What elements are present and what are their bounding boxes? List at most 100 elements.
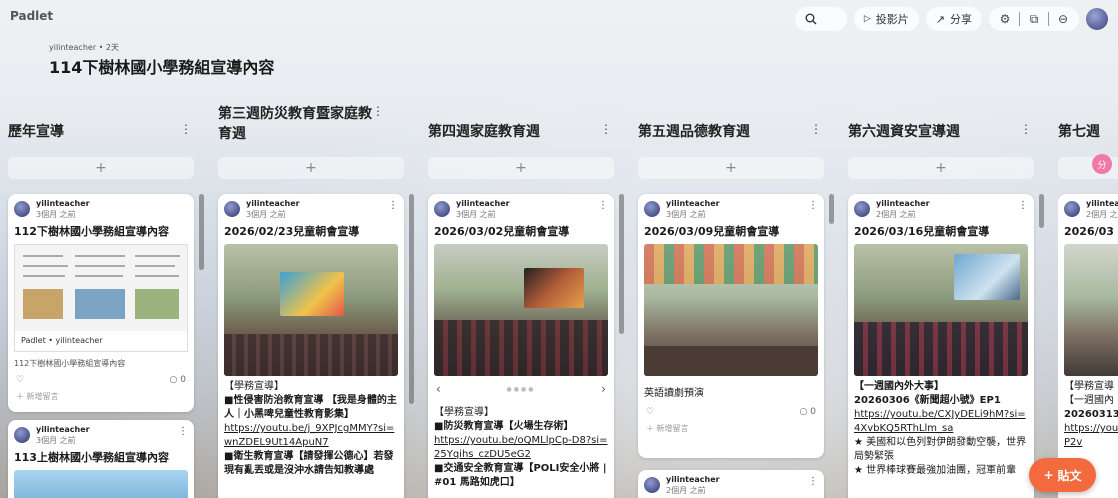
avatar: [14, 201, 30, 217]
column-title: 第三週防災教育暨家庭教育週: [218, 106, 372, 142]
heart-icon[interactable]: ♡: [646, 407, 654, 417]
post-menu-icon[interactable]: ⋮: [1018, 200, 1028, 211]
share-button[interactable]: ↗ 分享: [925, 7, 982, 31]
user-avatar[interactable]: [1086, 8, 1108, 30]
post-text-line: ★ 美國和以色列對伊朗發動空襲，世界局勢緊張: [854, 437, 1027, 462]
column-header: 第六週資安宣導週 ⋮: [848, 122, 1038, 142]
column-menu-icon[interactable]: ⋮: [600, 122, 612, 136]
post-menu-icon[interactable]: ⋮: [598, 200, 608, 211]
play-icon: ▷: [863, 14, 871, 24]
post-photo[interactable]: [434, 244, 608, 376]
column-menu-icon[interactable]: ⋮: [810, 122, 822, 136]
post-photo[interactable]: [644, 244, 818, 376]
post-author: yilinteacher: [246, 199, 300, 208]
link-preview-image[interactable]: Padlet • yilinteacher: [14, 244, 188, 352]
column-scrollbar[interactable]: [199, 194, 204, 270]
post-menu-icon[interactable]: ⋮: [388, 200, 398, 211]
post-image[interactable]: [14, 470, 188, 498]
post-menu-icon[interactable]: ⋮: [178, 426, 188, 437]
post-title: 2026/03/09兒童朝會宣導: [644, 225, 780, 238]
post-text-line: ■衛生教育宣導【請發揮公德心】若發現有亂丟或是沒沖水請告知教導處: [224, 451, 394, 476]
add-comment-button[interactable]: ＋ 新增留言: [8, 389, 194, 408]
preview-photo: [23, 289, 63, 319]
post-menu-icon[interactable]: ⋮: [808, 476, 818, 487]
comment-count[interactable]: ○ 0: [800, 407, 816, 417]
comment-count[interactable]: ○ 0: [170, 375, 186, 385]
post-photo[interactable]: [1064, 244, 1118, 376]
add-post-button[interactable]: +: [428, 157, 614, 179]
column-header: 歷年宣導 ⋮: [8, 122, 198, 142]
column-menu-icon[interactable]: ⋮: [180, 122, 192, 136]
column-header: 第七週: [1058, 122, 1118, 142]
share-icon: ↗: [935, 12, 945, 26]
column-header: 第四週家庭教育週 ⋮: [428, 122, 618, 142]
post-card[interactable]: yilinteacher 3個月 之前 112下樹林國小學務組宣導內容 Padl…: [8, 194, 194, 412]
add-comment-button[interactable]: ＋ 新增留言: [638, 421, 824, 440]
post-menu-icon[interactable]: ⋮: [808, 200, 818, 211]
wall-posters: [644, 244, 818, 284]
preview-line: [135, 275, 179, 277]
padlet-logo[interactable]: Padlet: [10, 9, 53, 23]
post-card[interactable]: yilinteacher 2個月 之前 ⋮ 2026/03/16兒童朝會宣導 【…: [848, 194, 1034, 498]
post-link[interactable]: https://youtu.be/CXJyDELi9hM?si=4XvbKQ5R…: [854, 408, 1028, 436]
column-menu-icon[interactable]: ⋮: [1020, 122, 1032, 136]
seat-rows: [224, 334, 398, 376]
column-scrollbar[interactable]: [1039, 194, 1044, 228]
post-card[interactable]: yilinteacher 3個月 之前 ⋮ 113上樹林國小學務組宣導內容: [8, 420, 194, 498]
preview-line: [23, 275, 65, 277]
search-button[interactable]: [794, 7, 847, 31]
post-author: yilinteacher: [876, 199, 930, 208]
post-card[interactable]: yilinteacher 3個月 之前 ⋮ 2026/03/02兒童朝會宣導 ‹…: [428, 194, 614, 498]
column-scrollbar[interactable]: [409, 194, 414, 404]
post-photo[interactable]: [854, 244, 1028, 376]
top-toolbar: ▷ 投影片 ↗ 分享 ⚙ ⧉ ⊖: [794, 7, 1108, 31]
post-body: 【學務宣導】 ■防災教育宣導【火場生存術】 https://youtu.be/o…: [428, 402, 614, 494]
post-text-line: ■防災教育宣導【火場生存術】: [434, 421, 574, 432]
post-card[interactable]: yilinteacher 2個月 之前 2026/03 【學務宣導 【一週國內 …: [1058, 194, 1118, 498]
more-icon[interactable]: ⊖: [1051, 7, 1075, 31]
comment-icon: ○: [169, 375, 178, 385]
post-link[interactable]: https://you: [1064, 422, 1118, 436]
post-photo[interactable]: [224, 244, 398, 376]
seat-rows: [854, 322, 1028, 376]
post-time: 3個月 之前: [36, 436, 76, 445]
column-menu-icon[interactable]: ⋮: [372, 104, 384, 118]
post-link[interactable]: https://youtu.be/j_9XPJcgMMY?si=wnZDEL9U…: [224, 422, 398, 450]
post-time: 3個月 之前: [666, 210, 706, 219]
add-post-button[interactable]: +: [638, 157, 824, 179]
link-title[interactable]: 112下樹林國小學務組宣導內容: [8, 352, 194, 371]
preview-line: [23, 255, 63, 257]
slideshow-label: 投影片: [875, 13, 909, 26]
sticker-badge[interactable]: 分: [1092, 154, 1112, 174]
chevron-right-icon[interactable]: ›: [601, 382, 606, 396]
add-post-button[interactable]: +: [8, 157, 194, 179]
slideshow-button[interactable]: ▷ 投影片: [853, 7, 919, 31]
post-time: 3個月 之前: [246, 210, 286, 219]
post-link[interactable]: P2v: [1064, 436, 1118, 450]
remake-icon[interactable]: ⧉: [1022, 7, 1046, 31]
column-title: 歷年宣導: [8, 124, 64, 140]
post-title: 2026/02/23兒童朝會宣導: [224, 225, 360, 238]
post-card[interactable]: yilinteacher 3個月 之前 ⋮ 2026/03/09兒童朝會宣導 英…: [638, 194, 824, 458]
heart-icon[interactable]: ♡: [16, 375, 24, 385]
seat-rows: [434, 320, 608, 376]
add-post-button[interactable]: +: [848, 157, 1034, 179]
carousel-dots[interactable]: ●●●●: [507, 386, 536, 393]
new-post-button[interactable]: + 貼文: [1029, 458, 1096, 492]
post-card[interactable]: yilinteacher 3個月 之前 ⋮ 2026/02/23兒童朝會宣導 【…: [218, 194, 404, 498]
board-title: 114下樹林國小學務組宣導內容: [49, 58, 275, 77]
post-text-line: 【一週國內: [1064, 395, 1114, 406]
settings-icon[interactable]: ⚙: [993, 7, 1017, 31]
post-time: 2個月 之前: [1086, 210, 1118, 219]
post-link[interactable]: https://youtu.be/oQMLlpCp-D8?si=25Yqihs_…: [434, 434, 608, 462]
plus-icon: +: [1043, 468, 1054, 482]
post-body: 【學務宣導 【一週國內 20260313 https://you P2v: [1058, 376, 1118, 454]
post-author: yilinteacher: [456, 199, 510, 208]
post-text-line: 20260313: [1064, 409, 1118, 420]
chevron-left-icon[interactable]: ‹: [436, 382, 441, 396]
column-scrollbar[interactable]: [619, 194, 624, 334]
column-title: 第七週: [1058, 124, 1100, 140]
column-scrollbar[interactable]: [829, 194, 834, 224]
add-post-button[interactable]: +: [218, 157, 404, 179]
post-card[interactable]: yilinteacher 2個月 之前 ⋮: [638, 470, 824, 498]
